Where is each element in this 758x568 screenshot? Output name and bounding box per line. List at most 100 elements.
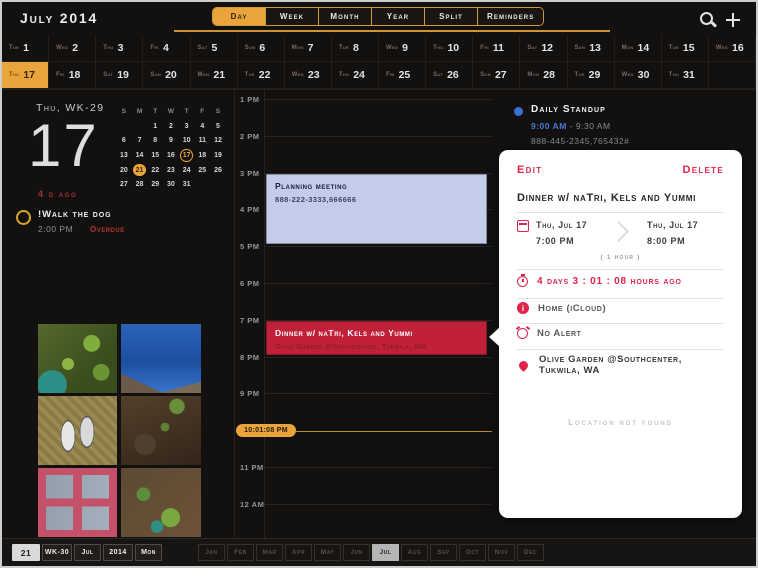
date-cell-sun-20[interactable]: Sun20 [143, 62, 190, 89]
date-cell-thu-31[interactable]: Thu31 [662, 62, 709, 89]
minical-day-1[interactable]: 1 [147, 119, 163, 134]
week-number-button[interactable]: WK-30 [42, 544, 72, 561]
date-cell-tue-1[interactable]: Tue1 [2, 35, 49, 62]
month-button-apr[interactable]: Apr [285, 544, 312, 561]
reminder-title[interactable]: !Walk the dog [38, 209, 111, 220]
month-button-nov[interactable]: Nov [488, 544, 515, 561]
photo-garden-with-hose[interactable] [121, 468, 201, 537]
minical-day-6[interactable]: 6 [116, 134, 132, 149]
delete-button[interactable]: Delete [682, 164, 724, 176]
photo-blue-sky-roofline[interactable] [121, 324, 201, 393]
photo-mulch-with-seedling[interactable] [121, 396, 201, 465]
month-button-may[interactable]: May [314, 544, 341, 561]
edit-button[interactable]: Edit [517, 164, 542, 176]
search-icon[interactable] [700, 12, 713, 25]
date-cell-sun-27[interactable]: Sun27 [473, 62, 520, 89]
minical-day-7[interactable]: 7 [132, 134, 148, 149]
date-cell-tue-29[interactable]: Tue29 [568, 62, 615, 89]
minical-day-12[interactable]: 12 [210, 134, 226, 149]
minical-day-30[interactable]: 30 [163, 177, 179, 192]
month-button-oct[interactable]: Oct [459, 544, 486, 561]
date-cell-thu-3[interactable]: Thu3 [96, 35, 143, 62]
date-cell-mon-14[interactable]: Mon14 [615, 35, 662, 62]
alert-row[interactable]: No Alert [517, 328, 724, 339]
photo-pink-window-frame[interactable] [38, 468, 117, 537]
minical-day-14[interactable]: 14 [132, 148, 148, 163]
tab-day[interactable]: Day [213, 8, 265, 25]
minical-day-29[interactable]: 29 [147, 177, 163, 192]
minical-day-28[interactable]: 28 [132, 177, 148, 192]
event-block[interactable]: Dinner w/ naTri, Kels and YummiOlive Gar… [266, 321, 487, 355]
date-cell-thu-10[interactable]: Thu10 [426, 35, 473, 62]
reminder-checkbox-icon[interactable] [16, 210, 31, 225]
minical-day-22[interactable]: 22 [147, 163, 163, 178]
month-button-sep[interactable]: Sep [430, 544, 457, 561]
location-row[interactable]: Olive Garden @Southcenter, Tukwila, WA [517, 354, 724, 376]
calendar-source-row[interactable]: Home (iCloud) [517, 302, 724, 314]
minical-day-17[interactable]: 17 [179, 148, 195, 163]
month-button-mar[interactable]: Mar [256, 544, 283, 561]
month-button-jun[interactable]: Jun [343, 544, 370, 561]
minical-day-8[interactable]: 8 [147, 134, 163, 149]
date-cell-mon-28[interactable]: Mon28 [520, 62, 567, 89]
minical-day-10[interactable]: 10 [179, 134, 195, 149]
tab-year[interactable]: Year [371, 8, 424, 25]
minical-day-21[interactable]: 21 [132, 163, 148, 178]
month-button[interactable]: Jul [74, 544, 101, 561]
date-cell-fri-11[interactable]: Fri11 [473, 35, 520, 62]
date-cell-sat-12[interactable]: Sat12 [520, 35, 567, 62]
date-cell-wed-9[interactable]: Wed9 [379, 35, 426, 62]
date-cell-wed-2[interactable]: Wed2 [49, 35, 96, 62]
minical-day-19[interactable]: 19 [210, 148, 226, 163]
minical-day-23[interactable]: 23 [163, 163, 179, 178]
today-day-button[interactable]: 21 [12, 544, 40, 561]
date-cell-fri-18[interactable]: Fri18 [49, 62, 96, 89]
tab-month[interactable]: Month [318, 8, 371, 25]
date-cell-mon-21[interactable]: Mon21 [191, 62, 238, 89]
minical-day-13[interactable]: 13 [116, 148, 132, 163]
minical-day-2[interactable]: 2 [163, 119, 179, 134]
date-cell-thu-17[interactable]: Thu17 [2, 62, 49, 89]
photo-plant-with-bucket[interactable] [38, 324, 117, 393]
minical-day-11[interactable]: 11 [194, 134, 210, 149]
tab-reminders[interactable]: Reminders [477, 8, 543, 25]
minical-day-26[interactable]: 26 [210, 163, 226, 178]
add-event-icon[interactable] [726, 13, 740, 27]
date-cell-mon-7[interactable]: Mon7 [285, 35, 332, 62]
minical-day-9[interactable]: 9 [163, 134, 179, 149]
minical-day-27[interactable]: 27 [116, 177, 132, 192]
date-cell-wed-16[interactable]: Wed16 [709, 35, 756, 62]
date-cell-fri-25[interactable]: Fri25 [379, 62, 426, 89]
date-cell-tue-8[interactable]: Tue8 [332, 35, 379, 62]
photo-flip-flops-on-grass[interactable] [38, 396, 117, 465]
date-cell-sun-13[interactable]: Sun13 [568, 35, 615, 62]
minical-day-4[interactable]: 4 [194, 119, 210, 134]
month-button-jan[interactable]: Jan [198, 544, 225, 561]
date-cell-fri-4[interactable]: Fri4 [143, 35, 190, 62]
tab-split[interactable]: Split [424, 8, 477, 25]
date-cell-thu-24[interactable]: Thu24 [332, 62, 379, 89]
date-cell-sun-6[interactable]: Sun6 [238, 35, 285, 62]
minical-day-5[interactable]: 5 [210, 119, 226, 134]
event-block[interactable]: Planning meeting888-222-3333,666666 [266, 174, 487, 245]
minical-day-16[interactable]: 16 [163, 148, 179, 163]
month-button-dec[interactable]: Dec [517, 544, 544, 561]
date-cell-sat-5[interactable]: Sat5 [191, 35, 238, 62]
date-cell-tue-22[interactable]: Tue22 [238, 62, 285, 89]
month-button-feb[interactable]: Feb [227, 544, 254, 561]
date-cell-wed-30[interactable]: Wed30 [615, 62, 662, 89]
month-button-jul[interactable]: Jul [372, 544, 399, 561]
standup-event-title[interactable]: Daily Standup [531, 104, 606, 115]
year-button[interactable]: 2014 [103, 544, 133, 561]
date-cell-wed-23[interactable]: Wed23 [285, 62, 332, 89]
date-cell-tue-15[interactable]: Tue15 [662, 35, 709, 62]
minical-day-20[interactable]: 20 [116, 163, 132, 178]
date-cell-sat-19[interactable]: Sat19 [96, 62, 143, 89]
minical-day-18[interactable]: 18 [194, 148, 210, 163]
minical-day-3[interactable]: 3 [179, 119, 195, 134]
month-button-aug[interactable]: Aug [401, 544, 428, 561]
date-cell-sat-26[interactable]: Sat26 [426, 62, 473, 89]
minical-day-15[interactable]: 15 [147, 148, 163, 163]
minical-day-31[interactable]: 31 [179, 177, 195, 192]
tab-week[interactable]: Week [265, 8, 318, 25]
